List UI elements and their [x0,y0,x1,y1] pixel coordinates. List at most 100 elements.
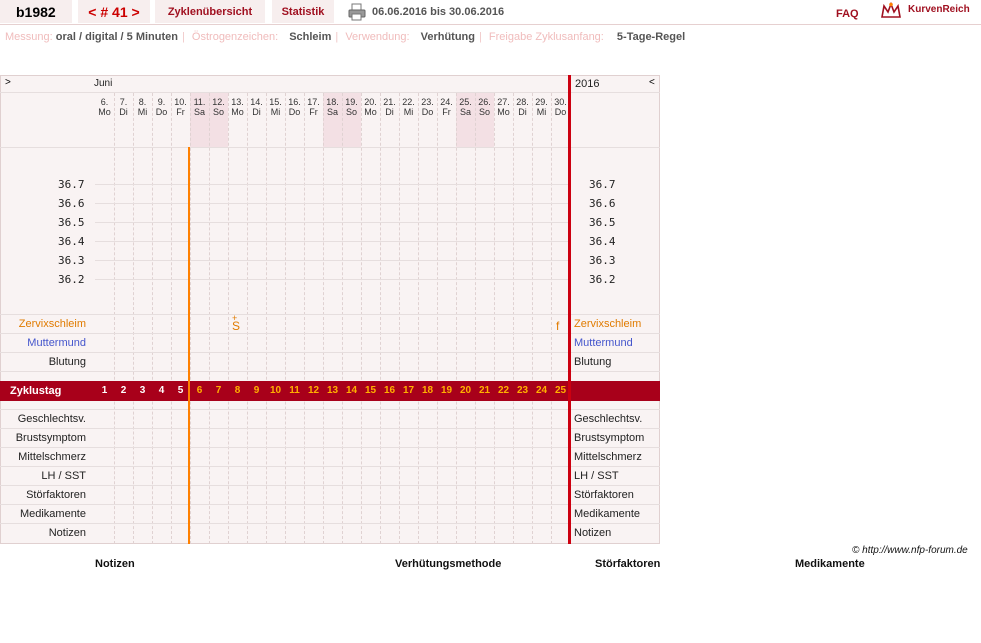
day-weekday-2: Di [119,107,128,117]
day-date-4: 9. [157,97,166,107]
cycle-day-1[interactable]: 1 [95,381,114,400]
temp-label-right-5: 36.3 [589,254,616,267]
day-gridline-18 [437,93,438,544]
brand-name[interactable]: KurvenReich [908,0,970,20]
freigabe-label: Freigabe Zyklusanfang: [488,31,604,43]
mucus-mark-day8[interactable]: S [232,319,240,333]
day-weekday-6: Sa [193,107,205,117]
row-label-lh-sst-right: LH / SST [574,470,619,482]
day-gridline-9 [266,93,267,544]
day-gridline-5 [190,93,191,544]
temp-label-right-6: 36.2 [589,273,616,286]
row-label-zervixschleim-right: Zervixschleim [574,318,642,330]
day-gridline-6 [209,93,210,544]
day-gridline-13 [342,93,343,544]
day-date-11: 16. [288,97,301,107]
day-weekday-7: So [212,107,224,117]
day-weekday-13: Sa [326,107,338,117]
crown-logo-icon[interactable] [880,2,902,20]
user-name: b1982 [0,0,72,23]
messung-label: Messung: [5,31,53,43]
nav-next-button[interactable]: < [649,77,655,88]
day-gridline-1 [114,93,115,544]
temp-label-right-1: 36.7 [589,178,616,191]
mucus-mark-day25[interactable]: f [556,319,559,333]
day-weekday-10: Mi [270,107,281,117]
cycle-day-16[interactable]: 16 [380,381,399,400]
cycle-day-2[interactable]: 2 [114,381,133,400]
cycle-day-14[interactable]: 14 [342,381,361,400]
cycle-day-21[interactable]: 21 [475,381,494,400]
cycle-day-12[interactable]: 12 [304,381,323,400]
day-weekday-14: So [345,107,357,117]
top-divider [0,24,981,25]
temp-label-left-6: 36.2 [58,273,85,286]
day-weekday-22: Mo [497,107,510,117]
cycle-day-24[interactable]: 24 [532,381,551,400]
verwendung-value: Verhütung [420,31,475,43]
day-date-23: 28. [516,97,529,107]
footer-medikamente: Medikamente [795,558,865,570]
day-weekday-18: Do [421,107,434,117]
cycle-day-11[interactable]: 11 [285,381,304,400]
day-date-16: 21. [383,97,396,107]
row-label-muttermund: Muttermund [27,337,86,349]
cycle-day-13[interactable]: 13 [323,381,342,400]
day-weekday-5: Fr [176,107,185,117]
cycle-day-3[interactable]: 3 [133,381,152,400]
day-gridline-8 [247,93,248,544]
cycle-day-4[interactable]: 4 [152,381,171,400]
day-gridline-21 [494,93,495,544]
cycle-day-7[interactable]: 7 [209,381,228,400]
row-label-muttermund-right: Muttermund [574,337,633,349]
cycle-day-17[interactable]: 17 [399,381,418,400]
row-label-zervixschleim: Zervixschleim [18,318,86,330]
zyklustag-label: Zyklustag [10,385,62,397]
tab-statistik[interactable]: Statistik [272,0,334,23]
temp-gridline-4 [95,241,568,242]
cycle-day-18[interactable]: 18 [418,381,437,400]
day-weekday-15: Mo [364,107,377,117]
temp-label-right-3: 36.5 [589,216,616,229]
nav-prev-button[interactable]: > [5,77,11,88]
row-label-brustsymptom: Brustsymptom [15,432,86,444]
row-label-lh-sst: LH / SST [41,470,86,482]
day-date-15: 20. [364,97,377,107]
cycle-day-20[interactable]: 20 [456,381,475,400]
date-range: 06.06.2016 bis 30.06.2016 [372,6,505,18]
row-label-notizen-right: Notizen [574,527,612,539]
cycle-day-9[interactable]: 9 [247,381,266,400]
cycle-navigator[interactable]: < # 41 > [78,0,150,23]
cycle-day-10[interactable]: 10 [266,381,285,400]
footer-verhuetungsmethode: Verhütungsmethode [395,558,502,570]
day-date-19: 24. [440,97,453,107]
tab-zyklenuebersicht[interactable]: Zyklenübersicht [155,0,265,23]
day-date-24: 29. [535,97,548,107]
cycle-day-6[interactable]: 6 [190,381,209,400]
cycle-day-15[interactable]: 15 [361,381,380,400]
day-gridline-14 [361,93,362,544]
day-weekday-19: Fr [442,107,451,117]
cycle-day-23[interactable]: 23 [513,381,532,400]
cycle-day-22[interactable]: 22 [494,381,513,400]
day-gridline-23 [532,93,533,544]
coverline-marker [188,147,190,544]
day-date-3: 8. [138,97,147,107]
temp-label-left-2: 36.6 [58,197,85,210]
footer-stoerfaktoren: Störfaktoren [595,558,661,570]
day-date-18: 23. [421,97,434,107]
bottom-row-line-3 [0,447,660,448]
temp-gridline-2 [95,203,568,204]
day-date-7: 12. [212,97,225,107]
cycle-day-19[interactable]: 19 [437,381,456,400]
bottom-row-line-1 [0,409,660,410]
temp-label-right-2: 36.6 [589,197,616,210]
cycle-day-8[interactable]: 8 [228,381,247,400]
oestrogen-value: Schleim [289,31,332,43]
symptom-row-line-2 [0,333,660,334]
day-date-12: 17. [307,97,320,107]
symptom-row-line-1 [0,314,660,315]
bottom-row-line-2 [0,428,660,429]
temp-label-left-5: 36.3 [58,254,85,267]
printer-icon[interactable] [348,3,366,21]
